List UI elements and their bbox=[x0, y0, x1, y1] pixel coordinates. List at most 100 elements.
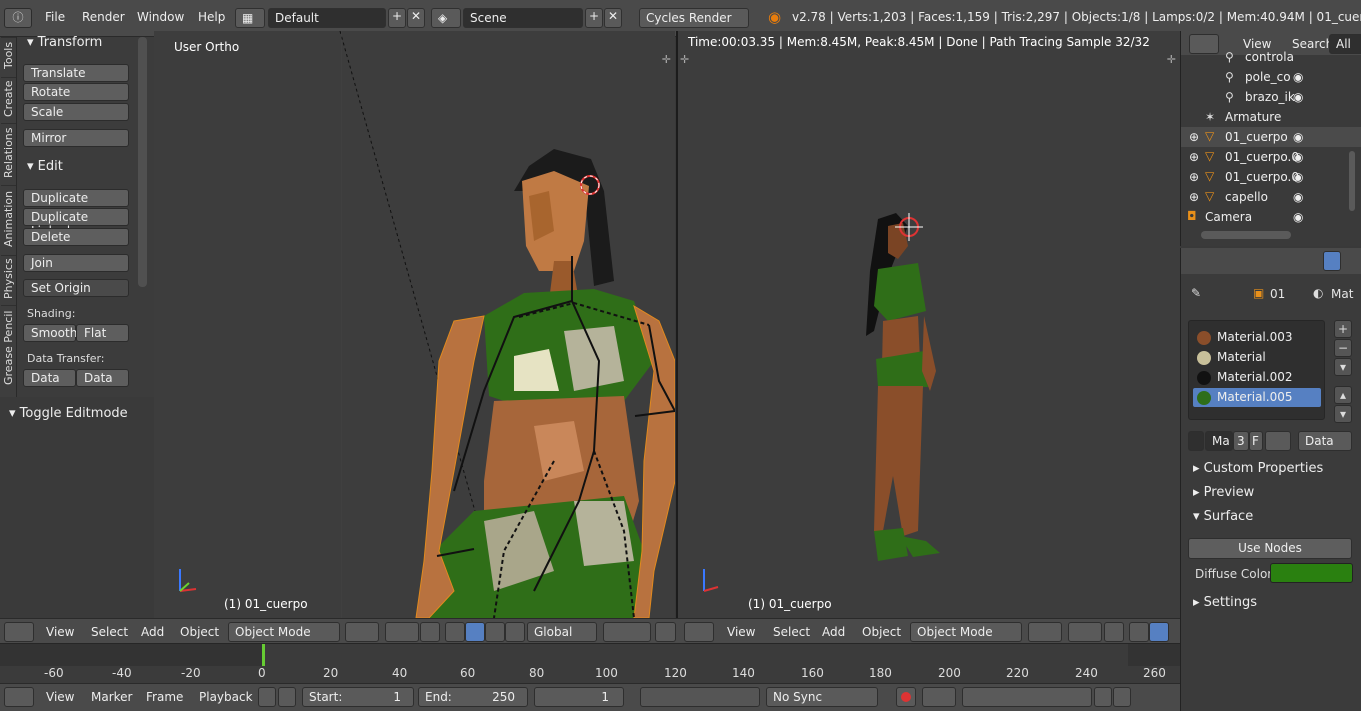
end-frame-field[interactable]: End: 250 bbox=[418, 687, 528, 707]
layer-lock-icon[interactable] bbox=[655, 622, 676, 642]
menu-help[interactable]: Help bbox=[198, 10, 225, 24]
start-frame-field[interactable]: Start: 1 bbox=[302, 687, 414, 707]
material-slot[interactable]: Material.002 bbox=[1193, 368, 1321, 387]
preview-panel[interactable]: ▸ Preview bbox=[1193, 485, 1254, 500]
visibility-eye-icon[interactable]: ◉ bbox=[1293, 190, 1303, 204]
custom-properties-panel[interactable]: ▸ Custom Properties bbox=[1193, 461, 1323, 476]
viewport-3d-rendered[interactable]: Time:00:03.35 | Mem:8.45M, Peak:8.45M | … bbox=[676, 31, 1180, 618]
timeline-editor-type-icon[interactable] bbox=[4, 687, 34, 707]
translate-button[interactable]: Translate bbox=[23, 64, 129, 82]
sync-dropdown[interactable]: No Sync bbox=[766, 687, 878, 707]
fake-user-toggle[interactable]: F bbox=[1249, 431, 1263, 451]
material-slot[interactable]: Material bbox=[1193, 348, 1321, 367]
move-slot-down-icon[interactable]: ▾ bbox=[1334, 405, 1352, 423]
material-slot[interactable]: Material.003 bbox=[1193, 328, 1321, 347]
visibility-eye-icon[interactable]: ◉ bbox=[1293, 70, 1303, 84]
material-users-count[interactable]: 3 bbox=[1233, 431, 1249, 451]
manipulator-toggle-icon-right[interactable] bbox=[1104, 622, 1124, 642]
timeline-menu-playback[interactable]: Playback bbox=[199, 690, 253, 704]
transform-panel-header[interactable]: ▾ Transform bbox=[27, 35, 102, 50]
material-name-field[interactable]: Ma bbox=[1205, 431, 1233, 451]
expand-icon[interactable]: ⊕ bbox=[1189, 150, 1199, 164]
mode-dropdown[interactable]: Object Mode bbox=[228, 622, 340, 642]
add-scene-icon[interactable]: + bbox=[585, 8, 603, 28]
editor-type-icon-right[interactable] bbox=[684, 622, 714, 642]
editor-type-icon[interactable] bbox=[4, 622, 34, 642]
breadcrumb-material[interactable]: Mat bbox=[1331, 287, 1353, 301]
surface-panel[interactable]: ▾ Surface bbox=[1193, 509, 1253, 524]
set-origin-dropdown[interactable]: Set Origin bbox=[23, 279, 129, 297]
scene-field[interactable]: Scene bbox=[463, 8, 583, 28]
menu-add[interactable]: Add bbox=[141, 625, 164, 639]
viewport-corner-widget-icon-right[interactable]: ✛ bbox=[1167, 53, 1176, 66]
join-button[interactable]: Join bbox=[23, 254, 129, 272]
menu-add-right[interactable]: Add bbox=[822, 625, 845, 639]
lock-range-icon[interactable] bbox=[278, 687, 296, 707]
move-slot-up-icon[interactable]: ▴ bbox=[1334, 386, 1352, 404]
menu-window[interactable]: Window bbox=[137, 10, 184, 24]
tab-tools[interactable]: Tools bbox=[1, 37, 16, 73]
timeline-scale[interactable]: -60 -40 -20 0 20 40 60 80 100 120 140 16… bbox=[0, 643, 1180, 683]
layout-field[interactable]: Default bbox=[268, 8, 386, 28]
viewport-corner-widget-icon-left[interactable]: ✛ bbox=[680, 53, 689, 66]
rotate-manipulator-icon[interactable] bbox=[465, 622, 485, 642]
data-button[interactable]: Data bbox=[23, 369, 76, 387]
visibility-eye-icon[interactable]: ◉ bbox=[1293, 90, 1303, 104]
shading-mode-icon[interactable] bbox=[345, 622, 379, 642]
menu-view-right[interactable]: View bbox=[727, 625, 755, 639]
delete-button[interactable]: Delete bbox=[23, 228, 129, 246]
flat-button[interactable]: Flat bbox=[76, 324, 129, 342]
tab-create[interactable]: Create bbox=[1, 77, 16, 119]
pivot-point-icon[interactable] bbox=[385, 622, 419, 642]
outliner-item[interactable]: ✶ Armature bbox=[1181, 107, 1361, 127]
outliner-item[interactable]: ⚲ controla bbox=[1181, 47, 1361, 67]
remove-scene-icon[interactable]: ✕ bbox=[604, 8, 622, 28]
tab-animation[interactable]: Animation bbox=[1, 185, 16, 251]
add-slot-icon[interactable]: + bbox=[1334, 320, 1352, 338]
tab-relations[interactable]: Relations bbox=[1, 123, 16, 181]
scene-icon[interactable]: ◈ bbox=[431, 8, 461, 28]
data-layout-button[interactable]: Data La bbox=[76, 369, 129, 387]
duplicate-button[interactable]: Duplicate bbox=[23, 189, 129, 207]
playhead[interactable] bbox=[262, 644, 265, 666]
translate-manipulator-icon[interactable] bbox=[445, 622, 465, 642]
remove-layout-icon[interactable]: ✕ bbox=[407, 8, 425, 28]
current-frame-field[interactable]: 1 bbox=[534, 687, 624, 707]
insert-keyframe-icon[interactable] bbox=[1094, 687, 1112, 707]
manipulator-toggle-icon[interactable] bbox=[420, 622, 440, 642]
slot-specials-icon[interactable]: ▾ bbox=[1334, 358, 1352, 376]
keying-set-icon[interactable] bbox=[922, 687, 956, 707]
scale-button[interactable]: Scale bbox=[23, 103, 129, 121]
timeline-menu-marker[interactable]: Marker bbox=[91, 690, 132, 704]
outliner-item[interactable]: ⚲ pole_co ◉ bbox=[1181, 67, 1361, 87]
toolshelf-scrollbar[interactable] bbox=[138, 37, 147, 287]
viewport-corner-widget-icon[interactable]: ✛ bbox=[662, 53, 671, 66]
smooth-button[interactable]: Smooth bbox=[23, 324, 77, 342]
material-slot[interactable]: Material.005 bbox=[1193, 388, 1321, 407]
visibility-eye-icon[interactable]: ◉ bbox=[1293, 130, 1303, 144]
render-engine-dropdown[interactable]: Cycles Render bbox=[639, 8, 749, 28]
rotate-button[interactable]: Rotate bbox=[23, 83, 129, 101]
shading-mode-icon-right[interactable] bbox=[1028, 622, 1062, 642]
material-slot-list[interactable]: Material.003 Material Material.002 Mater… bbox=[1188, 320, 1325, 420]
material-tab-icon[interactable] bbox=[1323, 251, 1341, 271]
manipulator-extra-icon[interactable] bbox=[505, 622, 525, 642]
delete-keyframe-icon[interactable] bbox=[1113, 687, 1131, 707]
menu-file[interactable]: File bbox=[45, 10, 65, 24]
outliner-v-scrollbar[interactable] bbox=[1349, 151, 1355, 211]
expand-icon[interactable]: ⊕ bbox=[1189, 130, 1199, 144]
duplicate-linked-button[interactable]: Duplicate Linked bbox=[23, 208, 129, 238]
remove-slot-icon[interactable]: − bbox=[1334, 339, 1352, 357]
orientation-dropdown[interactable]: Global bbox=[527, 622, 597, 642]
rotate-manipulator-icon-right[interactable] bbox=[1149, 622, 1169, 642]
scale-manipulator-icon[interactable] bbox=[485, 622, 505, 642]
use-nodes-button[interactable]: Use Nodes bbox=[1188, 538, 1352, 559]
toggle-editmode-header[interactable]: ▾ Toggle Editmode bbox=[9, 406, 128, 421]
expand-icon[interactable]: ⊕ bbox=[1189, 190, 1199, 204]
layout-icon[interactable]: ▦ bbox=[235, 8, 265, 28]
visibility-eye-icon[interactable]: ◉ bbox=[1293, 150, 1303, 164]
timeline-menu-frame[interactable]: Frame bbox=[146, 690, 183, 704]
material-browse-icon[interactable] bbox=[1188, 431, 1204, 451]
preview-range-icon[interactable] bbox=[258, 687, 276, 707]
menu-render[interactable]: Render bbox=[82, 10, 125, 24]
